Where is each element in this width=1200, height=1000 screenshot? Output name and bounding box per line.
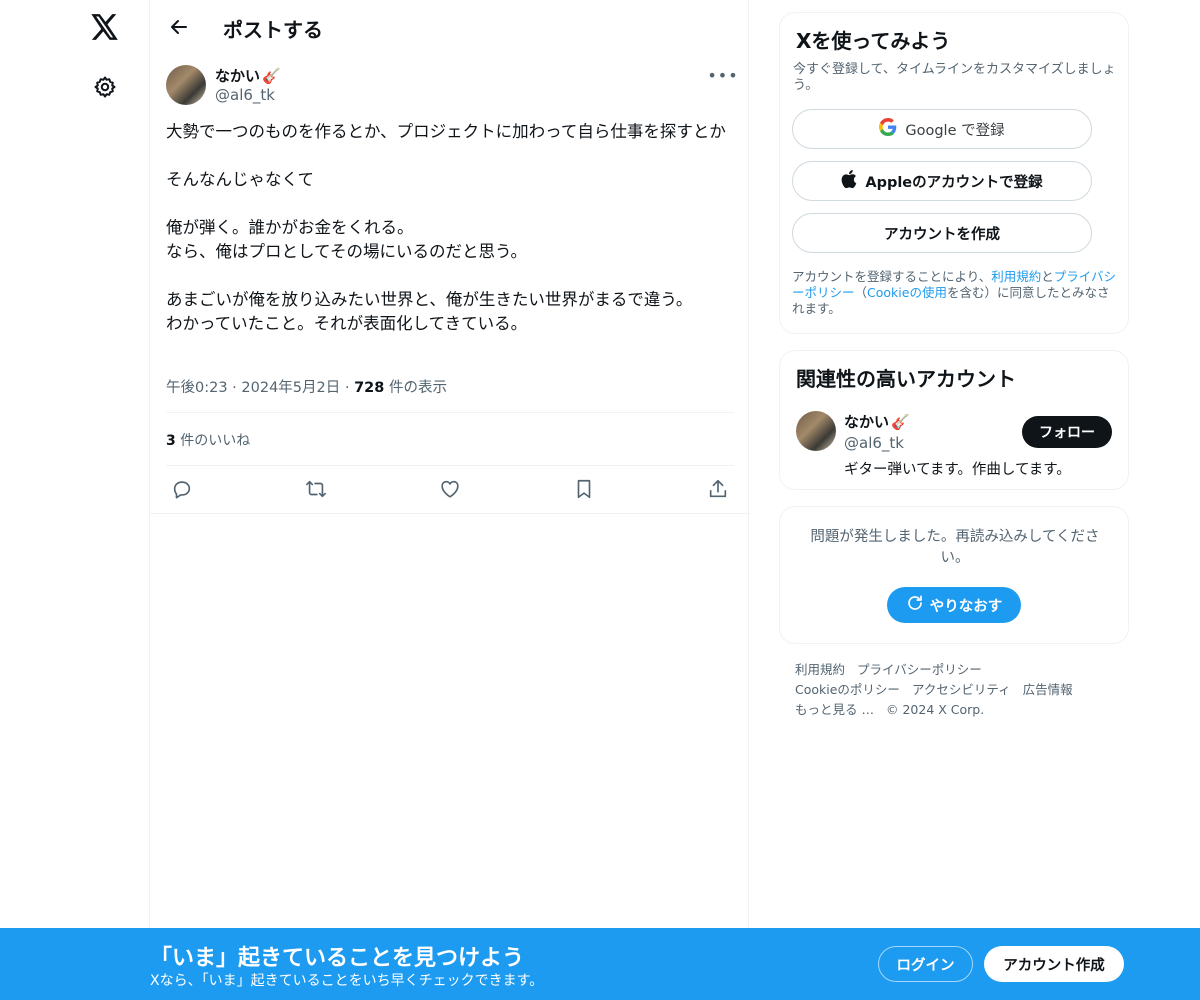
retry-label: やりなおす xyxy=(929,598,1003,615)
post-line: なら、俺はプロとしてその場にいるのだと思う。 xyxy=(166,242,528,261)
author-name-text: なかい xyxy=(215,67,261,85)
banner-subtitle: Xなら、「いま」起きていることをいち早くチェックできます。 xyxy=(150,973,544,989)
legal-text: アカウントを登録することにより、利用規約とプライバシーポリシー（Cookieの使… xyxy=(792,269,1120,317)
post-text: 大勢で一つのものを作るとか、プロジェクトに加わって自ら仕事を探すとか そんなんじ… xyxy=(166,120,736,336)
bottom-signup-banner: 「いま」起きていることを見つけよう Xなら、「いま」起きていることをいち早くチェ… xyxy=(0,928,1200,1000)
google-signup-label: Google で登録 xyxy=(905,122,1005,139)
banner-title: 「いま」起きていることを見つけよう xyxy=(150,946,525,971)
signup-card: Xを使ってみよう 今すぐ登録して、タイムラインをカスタマイズしましょう。 Goo… xyxy=(779,12,1129,334)
post-actions xyxy=(166,476,734,502)
follow-button[interactable]: フォロー xyxy=(1022,416,1112,448)
login-button[interactable]: ログイン xyxy=(878,946,973,982)
footer-link-terms[interactable]: 利用規約 xyxy=(795,662,845,677)
post-line xyxy=(166,144,736,168)
signup-title: Xを使ってみよう xyxy=(796,29,951,53)
apple-icon xyxy=(841,170,857,192)
gear-icon[interactable] xyxy=(90,72,120,102)
likes-count: 3 xyxy=(166,433,176,449)
likes-link[interactable]: 3 件のいいね xyxy=(166,430,250,450)
legal-and: と xyxy=(1041,269,1054,284)
likes-label: 件のいいね xyxy=(180,433,251,449)
post-date[interactable]: 2024年5月2日 xyxy=(241,380,340,396)
create-account-button[interactable]: アカウントを作成 xyxy=(792,213,1092,253)
post-line xyxy=(166,264,736,288)
error-card: 問題が発生しました。再読み込みしてください。 やりなおす xyxy=(779,506,1129,644)
repost-icon[interactable] xyxy=(302,476,330,502)
meta-separator: · xyxy=(344,380,355,396)
bookmark-icon[interactable] xyxy=(570,476,598,502)
guitar-emoji: 🎸 xyxy=(891,412,910,431)
divider xyxy=(166,412,734,413)
avatar[interactable] xyxy=(796,411,836,451)
reply-icon[interactable] xyxy=(168,476,196,502)
author-handle[interactable]: @al6_tk xyxy=(215,86,275,104)
apple-signup-button[interactable]: Appleのアカウントで登録 xyxy=(792,161,1092,201)
post-line: わかっていたこと。それが表面化してきている。 xyxy=(166,314,528,333)
footer-link-ads[interactable]: 広告情報 xyxy=(1023,682,1073,697)
cookie-link[interactable]: Cookieの使用 xyxy=(867,285,947,300)
top-bar: ポストする xyxy=(150,0,750,53)
main-column: ポストする なかい 🎸 @al6_tk ••• 大勢で一つのものを作るとか、プロ… xyxy=(149,0,750,1000)
guitar-emoji: 🎸 xyxy=(262,66,281,85)
legal-prefix: アカウントを登録することにより、 xyxy=(792,269,992,284)
refresh-icon xyxy=(906,594,924,616)
post-time[interactable]: 午後0:23 xyxy=(166,380,228,396)
retry-button[interactable]: やりなおす xyxy=(887,587,1021,623)
footer-link-privacy[interactable]: プライバシーポリシー xyxy=(857,662,982,677)
related-title: 関連性の高いアカウント xyxy=(796,367,1016,391)
meta-separator: · xyxy=(232,380,242,396)
terms-link[interactable]: 利用規約 xyxy=(991,269,1041,284)
author-name[interactable]: なかい 🎸 xyxy=(215,65,281,86)
post-line: 俺が弾く。誰かがお金をくれる。 xyxy=(166,218,414,237)
back-arrow-icon[interactable] xyxy=(164,12,194,42)
post-line xyxy=(166,192,736,216)
footer-link-more[interactable]: もっと見る … xyxy=(795,702,874,717)
share-icon[interactable] xyxy=(704,476,732,502)
divider xyxy=(166,465,734,466)
avatar[interactable] xyxy=(166,65,206,105)
google-signup-button[interactable]: Google で登録 xyxy=(792,109,1092,149)
footer-copyright: © 2024 X Corp. xyxy=(885,702,985,717)
left-nav xyxy=(0,0,150,1000)
views-label: 件の表示 xyxy=(388,380,447,396)
related-accounts-card: 関連性の高いアカウント なかい 🎸 @al6_tk ギター弾いてます。作曲してま… xyxy=(779,350,1129,490)
post-meta: 午後0:23 · 2024年5月2日 · 728 件の表示 xyxy=(166,376,447,397)
signup-subtitle: 今すぐ登録して、タイムラインをカスタマイズしましょう。 xyxy=(793,62,1116,93)
x-logo-icon[interactable] xyxy=(88,10,122,44)
more-options-icon[interactable]: ••• xyxy=(707,64,737,86)
related-handle[interactable]: @al6_tk xyxy=(844,434,904,452)
signup-button[interactable]: アカウント作成 xyxy=(984,946,1124,982)
like-icon[interactable] xyxy=(436,476,464,502)
page-title: ポストする xyxy=(223,18,323,42)
related-bio: ギター弾いてます。作曲してます。 xyxy=(844,462,1071,478)
error-message: 問題が発生しました。再読み込みしてください。 xyxy=(810,529,1100,566)
related-name-text: なかい xyxy=(844,413,890,431)
related-name[interactable]: なかい 🎸 xyxy=(844,411,910,432)
footer-links: 利用規約 プライバシーポリシー Cookieのポリシー アクセシビリティ 広告情報 も… xyxy=(795,660,1115,720)
footer-link-cookie[interactable]: Cookieのポリシー xyxy=(795,682,900,697)
apple-signup-label: Appleのアカウントで登録 xyxy=(865,174,1043,191)
post-line: そんなんじゃなくて xyxy=(166,170,315,189)
post-line: 大勢で一つのものを作るとか、プロジェクトに加わって自ら仕事を探すとか xyxy=(166,122,726,141)
divider xyxy=(150,513,750,514)
google-icon xyxy=(879,118,897,140)
footer-link-accessibility[interactable]: アクセシビリティ xyxy=(912,682,1011,697)
views-count: 728 xyxy=(354,380,385,396)
post-line: あまごいが俺を放り込みたい世界と、俺が生きたい世界がまるで違う。 xyxy=(166,290,693,309)
legal-paren: （ xyxy=(854,285,868,300)
